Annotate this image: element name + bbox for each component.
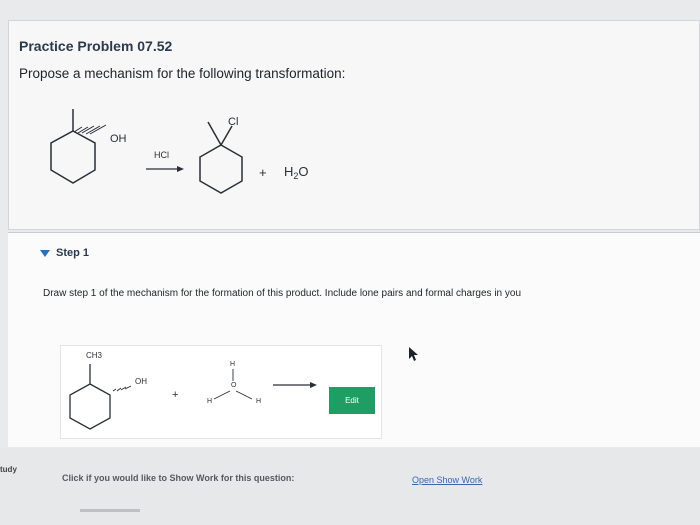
product-chlorine: Cl [228,116,239,128]
blurred-bottom-text [80,509,140,512]
reactant-ring [50,109,96,184]
caret-down-icon [40,249,50,257]
hydronium-h-right: H [256,398,262,405]
water-o: O [298,164,309,179]
step-toggle[interactable]: Step 1 [40,247,89,259]
step-instructions: Draw step 1 of the mechanism for the for… [43,288,522,299]
drawing-plus: + [172,389,179,401]
mouse-cursor-icon [409,347,418,361]
wedge-bond [73,124,107,135]
footer [0,448,700,525]
reaction-arrow [146,166,184,172]
methyl-label: CH3 [86,351,103,360]
water-product: H2O [284,164,309,181]
reaction-scheme [50,109,243,194]
side-tab-label[interactable]: tudy [0,465,17,474]
water-subscript: 2 [293,171,299,181]
hydronium-oxygen: O [231,382,237,389]
edit-button[interactable]: Edit [329,387,375,414]
hydronium-h-left: H [207,398,213,405]
plus-sign: + [259,165,267,180]
open-show-work-link[interactable]: Open Show Work [412,475,482,485]
page: Practice Problem 07.52 Propose a mechani… [0,0,700,525]
reagent-label: HCl [154,150,169,160]
reactant-hydroxyl: OH [110,133,127,145]
drawing-hydroxyl: OH [135,377,147,386]
step-label: Step 1 [56,247,90,259]
water-h: H [284,164,294,179]
hydronium-h-top: H [230,361,236,368]
product-ring [199,121,243,194]
show-work-prompt: Click if you would like to Show Work for… [62,473,295,483]
